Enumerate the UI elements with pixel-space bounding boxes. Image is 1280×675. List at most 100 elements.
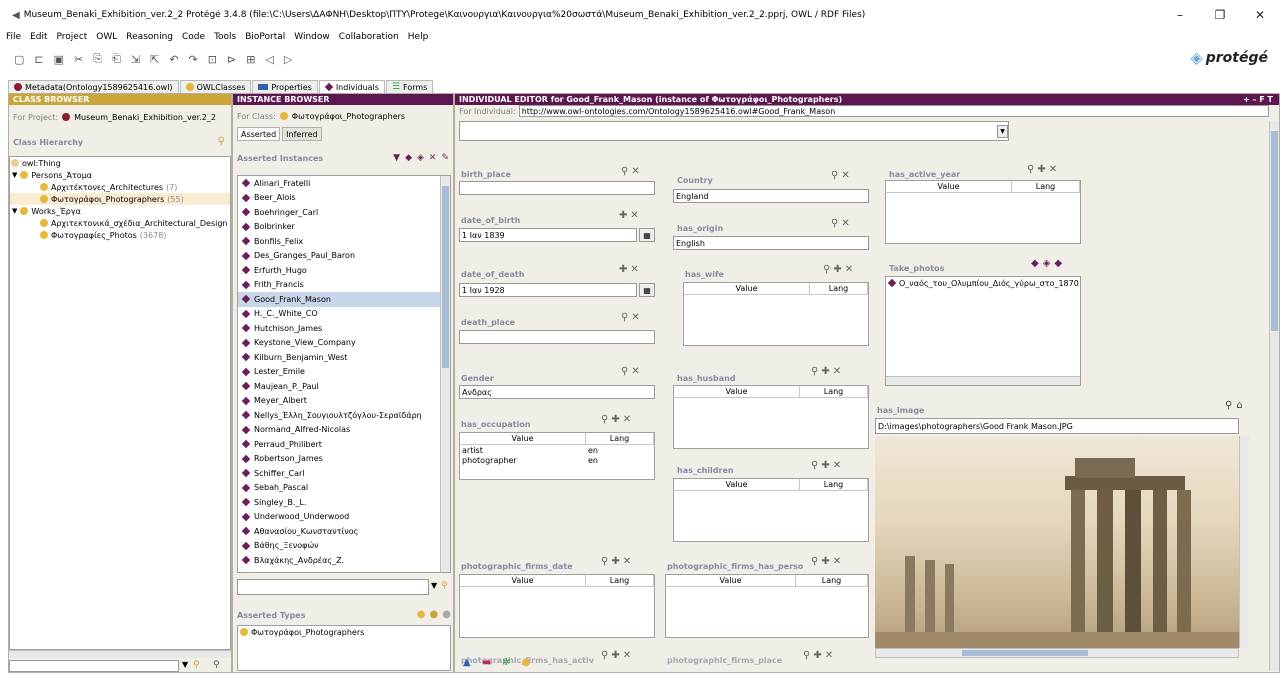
property-tools-icon[interactable]: ⚲✚✕ bbox=[811, 366, 844, 377]
property-tools-icon[interactable]: ⚲✚✕ bbox=[803, 650, 836, 661]
individual-uri-field[interactable]: http://www.owl-ontologies.com/Ontology15… bbox=[518, 105, 1269, 117]
instance-item[interactable]: Kilburn_Benjamin_West bbox=[238, 350, 450, 365]
editor-header-buttons[interactable]: + – F T bbox=[1243, 95, 1273, 104]
create-class-icon[interactable]: ● bbox=[522, 657, 531, 668]
find-icon[interactable]: ⚲ bbox=[193, 660, 200, 670]
search-dropdown-icon[interactable]: ▼ bbox=[182, 660, 188, 669]
tree-item[interactable]: Αρχιτεκτονικά_σχέδια_Architectural_Desig… bbox=[10, 217, 230, 229]
add-type-alt-icon[interactable]: ● bbox=[430, 609, 439, 620]
instance-item[interactable]: Robertson_James bbox=[238, 452, 450, 467]
copy-icon[interactable]: ⎘ bbox=[93, 52, 102, 66]
menu-bioportal[interactable]: BioPortal bbox=[245, 32, 285, 42]
property-tools-icon[interactable]: ✚✕ bbox=[619, 264, 642, 275]
delete-instance-icon[interactable]: ✕ bbox=[429, 153, 437, 163]
instance-item[interactable]: Schiffer_Carl bbox=[238, 466, 450, 481]
menu-help[interactable]: Help bbox=[408, 32, 429, 42]
tab-owlclasses[interactable]: OWLClasses bbox=[179, 80, 252, 93]
property-tools-icon[interactable]: ⚲✚✕ bbox=[811, 556, 844, 567]
instance-item[interactable]: Bonfils_Felix bbox=[238, 234, 450, 249]
calendar-icon[interactable]: ▦ bbox=[639, 283, 655, 297]
property-tools-icon[interactable]: ⚲✚✕ bbox=[1027, 164, 1060, 175]
has-image-field[interactable]: D:\images\photographers\Good Frank Mason… bbox=[875, 418, 1239, 434]
property-tools-icon[interactable]: ⚲✕ bbox=[831, 170, 853, 181]
edit-instance-icon[interactable]: ✎ bbox=[441, 153, 449, 163]
property-tools-icon[interactable]: ⚲✚✕ bbox=[601, 650, 634, 661]
instance-item[interactable]: Βάθης_Ξενοφών bbox=[238, 539, 450, 554]
date-of-death-field[interactable]: 1 Ιαν 1928 bbox=[459, 283, 637, 297]
create-instance-icon[interactable]: ◆ bbox=[405, 153, 412, 163]
instance-item[interactable]: Bolbrinker bbox=[238, 220, 450, 235]
instance-item[interactable]: Meyer_Albert bbox=[238, 394, 450, 409]
class-search-field[interactable] bbox=[9, 660, 179, 672]
gender-field[interactable]: Ανδρας bbox=[459, 385, 655, 399]
undo-icon[interactable]: ↶ bbox=[169, 53, 178, 66]
tab-properties[interactable]: Properties bbox=[252, 80, 318, 93]
combo-arrow[interactable]: ▼ bbox=[997, 125, 1008, 138]
class-tree-hscroll[interactable] bbox=[9, 650, 231, 658]
death-place-field[interactable] bbox=[459, 330, 655, 344]
paste-icon[interactable]: ⎗ bbox=[112, 52, 121, 66]
remove-type-icon[interactable]: ● bbox=[442, 609, 451, 620]
instance-item-selected[interactable]: Good_Frank_Mason bbox=[238, 292, 450, 307]
find-icon[interactable]: ⚲ bbox=[441, 581, 448, 591]
forward-icon[interactable]: ▷ bbox=[284, 53, 292, 66]
tree-item-selected[interactable]: Φωτογράφοι_Photographers (55) bbox=[10, 193, 230, 205]
expand-icon[interactable]: ▼ bbox=[12, 207, 17, 215]
back-icon[interactable]: ◁ bbox=[265, 53, 273, 66]
property-tools-icon[interactable]: ⚲✕ bbox=[621, 366, 643, 377]
dropdown-icon[interactable]: ▼ bbox=[393, 153, 400, 163]
tab-forms[interactable]: ☰ Forms bbox=[385, 80, 434, 93]
country-field[interactable]: England bbox=[673, 189, 869, 203]
menu-file[interactable]: File bbox=[6, 32, 21, 42]
calendar-icon[interactable]: ▦ bbox=[639, 228, 655, 242]
cut-icon[interactable]: ✂ bbox=[74, 53, 83, 66]
tab-metadata[interactable]: Metadata(Ontology1589625416.owl) bbox=[8, 80, 179, 93]
save-icon[interactable]: ▣ bbox=[54, 53, 64, 66]
instance-item[interactable]: Erfurth_Hugo bbox=[238, 263, 450, 278]
run-icon[interactable]: ⊳ bbox=[227, 53, 236, 66]
take-photos-tools-icon[interactable]: ◆◈◆ bbox=[1031, 258, 1066, 269]
minimize-button[interactable]: – bbox=[1160, 0, 1200, 30]
instance-item[interactable]: Normand_Alfred-Nicolas bbox=[238, 423, 450, 438]
tab-individuals[interactable]: Individuals bbox=[318, 80, 385, 93]
scroll-thumb[interactable] bbox=[962, 650, 1088, 656]
instance-item[interactable]: Frith_Francis bbox=[238, 278, 450, 293]
find-next-icon[interactable]: ⚲ bbox=[213, 660, 220, 670]
table-row[interactable]: artist en bbox=[460, 445, 654, 455]
import-icon[interactable]: ⇱ bbox=[150, 53, 159, 66]
menu-tools[interactable]: Tools bbox=[214, 32, 236, 42]
tree-item[interactable]: owl:Thing bbox=[10, 157, 230, 169]
instance-item[interactable]: Perraud_Philibert bbox=[238, 437, 450, 452]
annotation-combo[interactable] bbox=[459, 121, 1009, 141]
tree-item[interactable]: ▼ Persons_Άτομα bbox=[10, 169, 230, 181]
image-hscroll[interactable] bbox=[875, 648, 1239, 658]
instance-item[interactable]: Βλαχάκης_Ανδρέας_Ζ. bbox=[238, 553, 450, 568]
menu-edit[interactable]: Edit bbox=[30, 32, 47, 42]
menu-window[interactable]: Window bbox=[294, 32, 330, 42]
property-tools-icon[interactable]: ⚲✚✕ bbox=[811, 460, 844, 471]
property-tools-icon[interactable]: ⚲✕ bbox=[621, 166, 643, 177]
instance-item[interactable]: Sebah_Pascal bbox=[238, 481, 450, 496]
property-tools-icon[interactable]: ⚲✕ bbox=[831, 218, 853, 229]
menu-reasoning[interactable]: Reasoning bbox=[126, 32, 173, 42]
maximize-button[interactable]: ❐ bbox=[1200, 0, 1240, 30]
open-file-icon[interactable]: ⊏ bbox=[34, 53, 43, 66]
menu-owl[interactable]: OWL bbox=[96, 32, 117, 42]
scroll-thumb[interactable] bbox=[1271, 131, 1278, 331]
instance-item[interactable]: Boehringer_Carl bbox=[238, 205, 450, 220]
date-of-birth-field[interactable]: 1 Ιαν 1839 bbox=[459, 228, 637, 242]
property-tools-icon[interactable]: ⚲✚✕ bbox=[601, 414, 634, 425]
menu-collaboration[interactable]: Collaboration bbox=[339, 32, 399, 42]
table-row[interactable]: photographer en bbox=[460, 455, 654, 465]
export-icon[interactable]: ⇲ bbox=[131, 53, 140, 66]
tab-inferred[interactable]: Inferred bbox=[282, 127, 322, 141]
add-type-icon[interactable]: ● bbox=[417, 609, 426, 620]
image-vscroll[interactable] bbox=[1239, 436, 1249, 648]
property-tools-icon[interactable]: ⚲✚✕ bbox=[823, 264, 856, 275]
instance-item[interactable]: Hutchison_James bbox=[238, 321, 450, 336]
take-photos-hscroll[interactable] bbox=[886, 376, 1080, 385]
instance-list-scrollbar[interactable] bbox=[440, 176, 450, 572]
instance-item[interactable]: Maujean_P._Paul bbox=[238, 379, 450, 394]
instance-search-field[interactable] bbox=[237, 579, 429, 595]
menu-project[interactable]: Project bbox=[57, 32, 88, 42]
